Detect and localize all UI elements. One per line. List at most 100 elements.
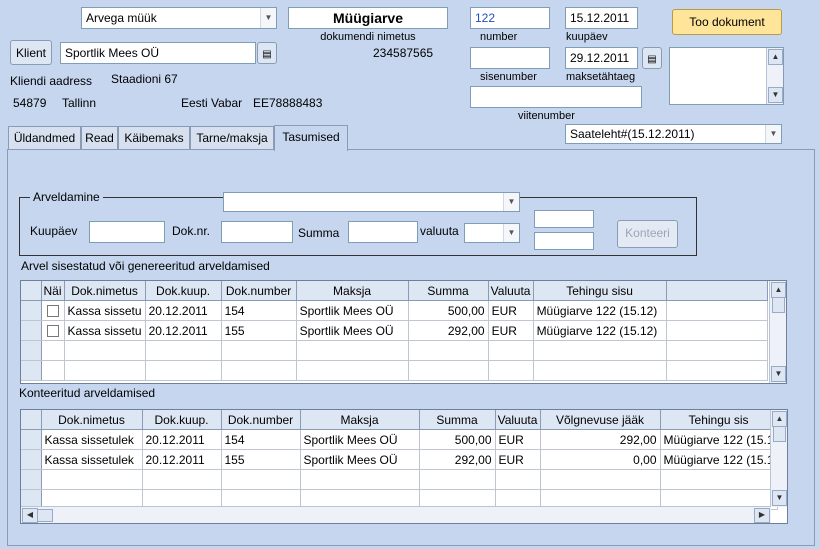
- table-cell[interactable]: 20.12.2011: [142, 449, 222, 470]
- table-cell[interactable]: [408, 360, 489, 381]
- row-selector[interactable]: [21, 360, 42, 381]
- column-header[interactable]: Maksja: [296, 281, 409, 301]
- column-header[interactable]: Valuuta: [495, 410, 541, 430]
- calendar-button[interactable]: ▤: [642, 47, 662, 69]
- show-checkbox-cell[interactable]: [41, 320, 65, 341]
- table-cell[interactable]: 292,00: [540, 429, 661, 450]
- table-cell[interactable]: [296, 340, 409, 361]
- checkbox[interactable]: [46, 325, 59, 338]
- table-cell[interactable]: 20.12.2011: [145, 320, 222, 341]
- table-cell[interactable]: 500,00: [408, 300, 489, 321]
- table-cell[interactable]: 155: [221, 320, 297, 341]
- chevron-down-icon[interactable]: ▼: [765, 125, 781, 143]
- column-header[interactable]: Summa: [408, 281, 489, 301]
- table-cell[interactable]: [64, 340, 146, 361]
- table-cell[interactable]: Müügiarve 122 (15.1: [660, 449, 778, 470]
- scroll-down-icon[interactable]: ▼: [768, 87, 783, 103]
- table-row[interactable]: Kassa sissetulek 20.12.2011 154 Sportlik…: [21, 429, 778, 450]
- checkbox[interactable]: [46, 305, 59, 318]
- table-cell[interactable]: [488, 340, 534, 361]
- table-cell[interactable]: Müügiarve 122 (15.12): [533, 300, 667, 321]
- table-cell[interactable]: 0,00: [540, 449, 661, 470]
- settlement-sum-field[interactable]: [348, 221, 418, 243]
- column-header[interactable]: Tehingu sisu: [533, 281, 667, 301]
- table-row[interactable]: [21, 469, 778, 490]
- table-cell[interactable]: [41, 469, 143, 490]
- show-checkbox-cell[interactable]: [41, 300, 65, 321]
- column-header[interactable]: Võlgnevuse jääk: [540, 410, 661, 430]
- table-cell[interactable]: [533, 360, 667, 381]
- posted-settlements-grid[interactable]: Dok.nimetus Dok.kuup. Dok.number Maksja …: [20, 409, 788, 524]
- tab-delivery-payer[interactable]: Tarne/maksja: [190, 126, 274, 150]
- table-cell[interactable]: Müügiarve 122 (15.1: [660, 429, 778, 450]
- scroll-down-icon[interactable]: ▼: [771, 366, 786, 382]
- scroll-up-icon[interactable]: ▲: [772, 411, 787, 427]
- table-cell[interactable]: EUR: [488, 300, 534, 321]
- confirm-posting-button[interactable]: Konteeri: [617, 220, 678, 248]
- table-cell[interactable]: [533, 340, 667, 361]
- column-header[interactable]: Dok.number: [221, 281, 297, 301]
- scroll-thumb[interactable]: [37, 509, 53, 522]
- table-cell[interactable]: 155: [221, 449, 301, 470]
- table-cell[interactable]: [408, 340, 489, 361]
- internal-number-field[interactable]: [470, 47, 550, 69]
- scroll-up-icon[interactable]: ▲: [771, 282, 786, 298]
- table-cell[interactable]: EUR: [488, 320, 534, 341]
- table-cell[interactable]: [41, 360, 65, 381]
- column-header[interactable]: Näi: [41, 281, 65, 301]
- reference-number-field[interactable]: [470, 86, 642, 108]
- waybill-select[interactable]: Saateleht#(15.12.2011) ▼: [565, 124, 782, 144]
- date-field[interactable]: 15.12.2011: [565, 7, 638, 29]
- document-title-field[interactable]: Müügiarve: [288, 7, 448, 29]
- table-cell[interactable]: [41, 340, 65, 361]
- table-cell[interactable]: 292,00: [408, 320, 489, 341]
- row-selector[interactable]: [21, 340, 42, 361]
- table-cell[interactable]: [296, 360, 409, 381]
- settlement-docnr-field[interactable]: [221, 221, 293, 243]
- column-header[interactable]: Tehingu sis: [660, 410, 778, 430]
- notes-scrollbar[interactable]: ▲ ▼: [766, 48, 783, 104]
- table-cell[interactable]: [666, 320, 768, 341]
- number-field[interactable]: 122: [470, 7, 550, 29]
- table-cell[interactable]: EUR: [495, 449, 541, 470]
- column-header[interactable]: Summa: [419, 410, 496, 430]
- tab-rows[interactable]: Read: [81, 126, 118, 150]
- table-cell[interactable]: Sportlik Mees OÜ: [300, 449, 420, 470]
- settlement-extra-top[interactable]: [534, 210, 594, 228]
- table-cell[interactable]: [540, 469, 661, 490]
- scroll-thumb[interactable]: [773, 426, 786, 442]
- table-cell[interactable]: [419, 469, 496, 490]
- chevron-down-icon[interactable]: ▼: [503, 193, 519, 211]
- column-header[interactable]: Dok.kuup.: [145, 281, 222, 301]
- table-row[interactable]: Kassa sissetu 20.12.2011 155 Sportlik Me…: [21, 320, 768, 341]
- tab-vat[interactable]: Käibemaks: [118, 126, 190, 150]
- table-row[interactable]: [21, 360, 768, 381]
- fetch-document-button[interactable]: Too dokument: [672, 9, 782, 35]
- table-row[interactable]: [21, 340, 768, 361]
- table-cell[interactable]: Kassa sissetu: [64, 300, 146, 321]
- row-selector[interactable]: [21, 320, 42, 341]
- table-row[interactable]: Kassa sissetu 20.12.2011 154 Sportlik Me…: [21, 300, 768, 321]
- settlement-extra-bottom[interactable]: [534, 232, 594, 250]
- scroll-down-icon[interactable]: ▼: [772, 490, 787, 506]
- table-cell[interactable]: [495, 469, 541, 490]
- document-type-select[interactable]: Arvega müük ▼: [81, 7, 277, 29]
- table-cell[interactable]: Kassa sissetu: [64, 320, 146, 341]
- row-selector[interactable]: [21, 449, 42, 470]
- table-row[interactable]: Kassa sissetulek 20.12.2011 155 Sportlik…: [21, 449, 778, 470]
- table-cell[interactable]: Sportlik Mees OÜ: [300, 429, 420, 450]
- table-cell[interactable]: Müügiarve 122 (15.12): [533, 320, 667, 341]
- notes-textarea[interactable]: ▲ ▼: [669, 47, 784, 105]
- table-cell[interactable]: [142, 469, 222, 490]
- settlement-combo[interactable]: ▼: [223, 192, 520, 212]
- entered-settlements-grid[interactable]: Näi Dok.nimetus Dok.kuup. Dok.number Mak…: [20, 280, 787, 384]
- table-cell[interactable]: Sportlik Mees OÜ: [296, 320, 409, 341]
- column-header[interactable]: Dok.nimetus: [41, 410, 143, 430]
- settlement-currency-select[interactable]: ▼: [464, 223, 520, 243]
- scroll-left-icon[interactable]: ◀: [22, 508, 38, 523]
- table-cell[interactable]: 154: [221, 429, 301, 450]
- table-cell[interactable]: 154: [221, 300, 297, 321]
- row-selector[interactable]: [21, 300, 42, 321]
- column-header[interactable]: Maksja: [300, 410, 420, 430]
- table-cell[interactable]: 292,00: [419, 449, 496, 470]
